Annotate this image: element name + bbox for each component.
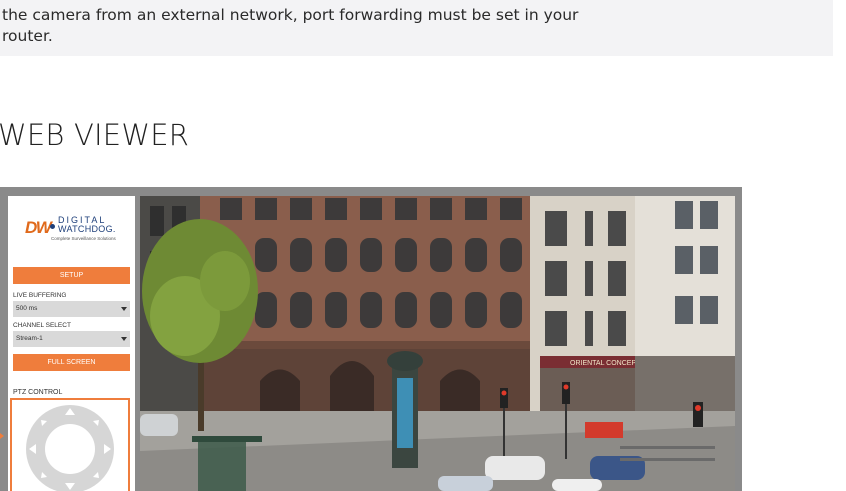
logo-text-watchdog: WATCHDOG.	[58, 224, 116, 234]
camera-scene: ORIENTAL CONCEPTS	[140, 196, 735, 491]
ptz-control-label: PTZ CONTROL	[13, 389, 63, 396]
brand-logo: DW DIGITAL WATCHDOG. Complete Surveillan…	[25, 214, 125, 246]
info-note: the camera from an external network, por…	[0, 0, 833, 56]
shop-sign: ORIENTAL CONCEPTS	[570, 360, 645, 367]
live-buffering-value: 500 ms	[16, 305, 38, 312]
logo-tagline: Complete Surveillance Solutions	[51, 236, 116, 241]
channel-select-label: CHANNEL SELECT	[13, 322, 71, 329]
camera-live-view[interactable]: ORIENTAL CONCEPTS	[140, 196, 735, 491]
chevron-down-icon	[121, 337, 127, 341]
logo-mark: DW	[25, 218, 52, 237]
info-note-line-1: the camera from an external network, por…	[2, 6, 579, 24]
ptz-control-panel	[10, 398, 130, 491]
live-buffering-select[interactable]: 500 ms	[13, 301, 130, 317]
web-viewer-screenshot: DW DIGITAL WATCHDOG. Complete Surveillan…	[0, 187, 742, 491]
channel-select[interactable]: Stream-1	[13, 331, 130, 347]
ptz-pad[interactable]	[25, 404, 115, 491]
caret-right-icon	[0, 433, 4, 439]
viewer-side-panel: DW DIGITAL WATCHDOG. Complete Surveillan…	[8, 196, 135, 491]
full-screen-button[interactable]: FULL SCREEN	[13, 354, 130, 371]
live-buffering-label: LIVE BUFFERING	[13, 292, 67, 299]
logo-dot-icon	[50, 224, 55, 229]
section-title: WEB VIEWER	[0, 118, 190, 152]
chevron-down-icon	[121, 307, 127, 311]
setup-button[interactable]: SETUP	[13, 267, 130, 284]
channel-select-value: Stream-1	[16, 335, 43, 342]
info-note-line-2: router.	[2, 27, 53, 45]
